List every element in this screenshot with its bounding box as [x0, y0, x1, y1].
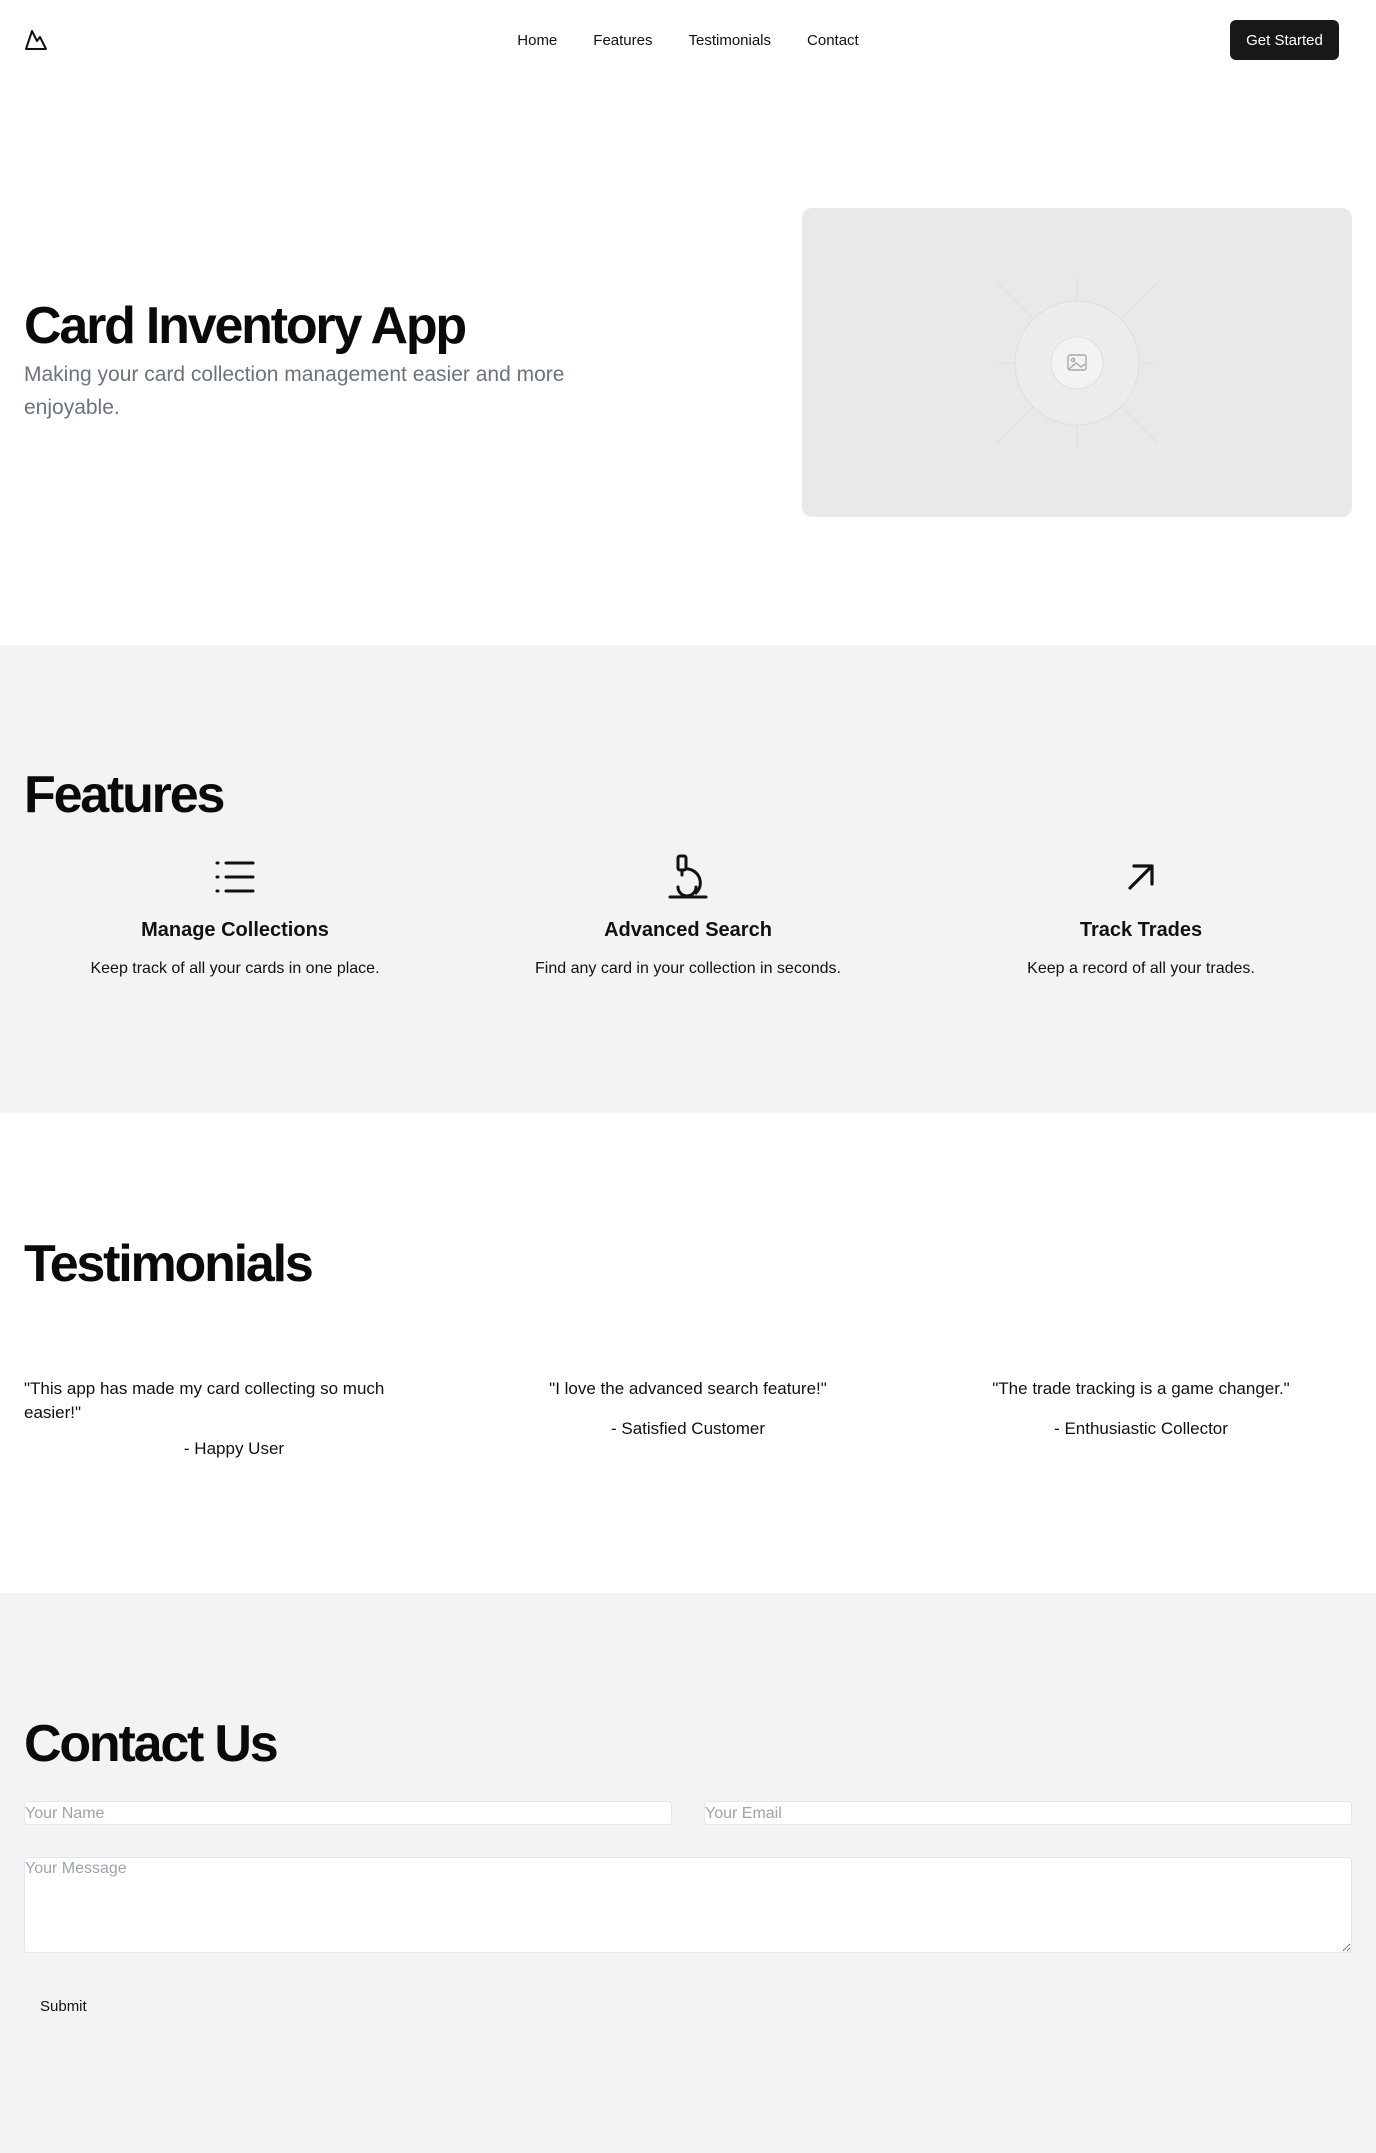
testimonial-author: - Satisfied Customer	[611, 1419, 765, 1438]
feature-title: Advanced Search	[604, 919, 772, 941]
microscope-icon	[668, 854, 708, 899]
nav-link-contact[interactable]: Contact	[807, 32, 859, 49]
feature-title: Manage Collections	[141, 919, 329, 941]
feature-title: Track Trades	[1079, 919, 1203, 941]
list-icon	[215, 861, 255, 893]
testimonial-quote: "This app has made my card collecting so…	[24, 1379, 385, 1422]
top-navigation: Home Features Testimonials Contact Get S…	[0, 0, 1376, 80]
arrow-up-right-icon	[1128, 864, 1154, 890]
testimonial-author: - Enthusiastic Collector	[1054, 1419, 1228, 1438]
nav-links: Home Features Testimonials Contact	[0, 0, 1376, 80]
feature-card: Manage Collections Keep track of all you…	[35, 852, 435, 980]
image-placeholder-icon	[996, 278, 1158, 448]
contact-heading: Contact Us	[24, 1715, 279, 1773]
hero-title: Card Inventory App	[24, 297, 467, 355]
nav-link-home[interactable]: Home	[517, 32, 557, 49]
submit-button[interactable]: Submit	[24, 1988, 104, 2024]
testimonial-quote: "The trade tracking is a game changer."	[992, 1379, 1290, 1398]
email-field[interactable]	[704, 1801, 1352, 1825]
feature-description: Keep track of all your cards in one plac…	[90, 960, 380, 977]
features-heading: Features	[24, 766, 225, 824]
testimonial-card: "The trade tracking is a game changer." …	[941, 1377, 1341, 1441]
feature-description: Keep a record of all your trades.	[1027, 960, 1255, 977]
testimonial-card: "This app has made my card collecting so…	[24, 1377, 444, 1461]
hero-image-placeholder	[802, 208, 1352, 517]
feature-card: Track Trades Keep a record of all your t…	[941, 852, 1341, 980]
testimonial-quote: "I love the advanced search feature!"	[549, 1379, 827, 1398]
testimonials-heading: Testimonials	[24, 1235, 314, 1293]
message-field[interactable]	[24, 1857, 1352, 1953]
name-field[interactable]	[24, 1801, 672, 1825]
features-section: Features Manage Collections Keep track o…	[0, 645, 1376, 1113]
hero-subtitle: Making your card collection management e…	[24, 363, 565, 419]
get-started-button[interactable]: Get Started	[1230, 20, 1339, 60]
feature-card: Advanced Search Find any card in your co…	[488, 852, 888, 980]
feature-description: Find any card in your collection in seco…	[535, 960, 841, 977]
nav-link-features[interactable]: Features	[593, 32, 652, 49]
nav-link-testimonials[interactable]: Testimonials	[688, 32, 771, 49]
testimonial-card: "I love the advanced search feature!" - …	[488, 1377, 888, 1441]
testimonial-author: - Happy User	[183, 1439, 285, 1458]
